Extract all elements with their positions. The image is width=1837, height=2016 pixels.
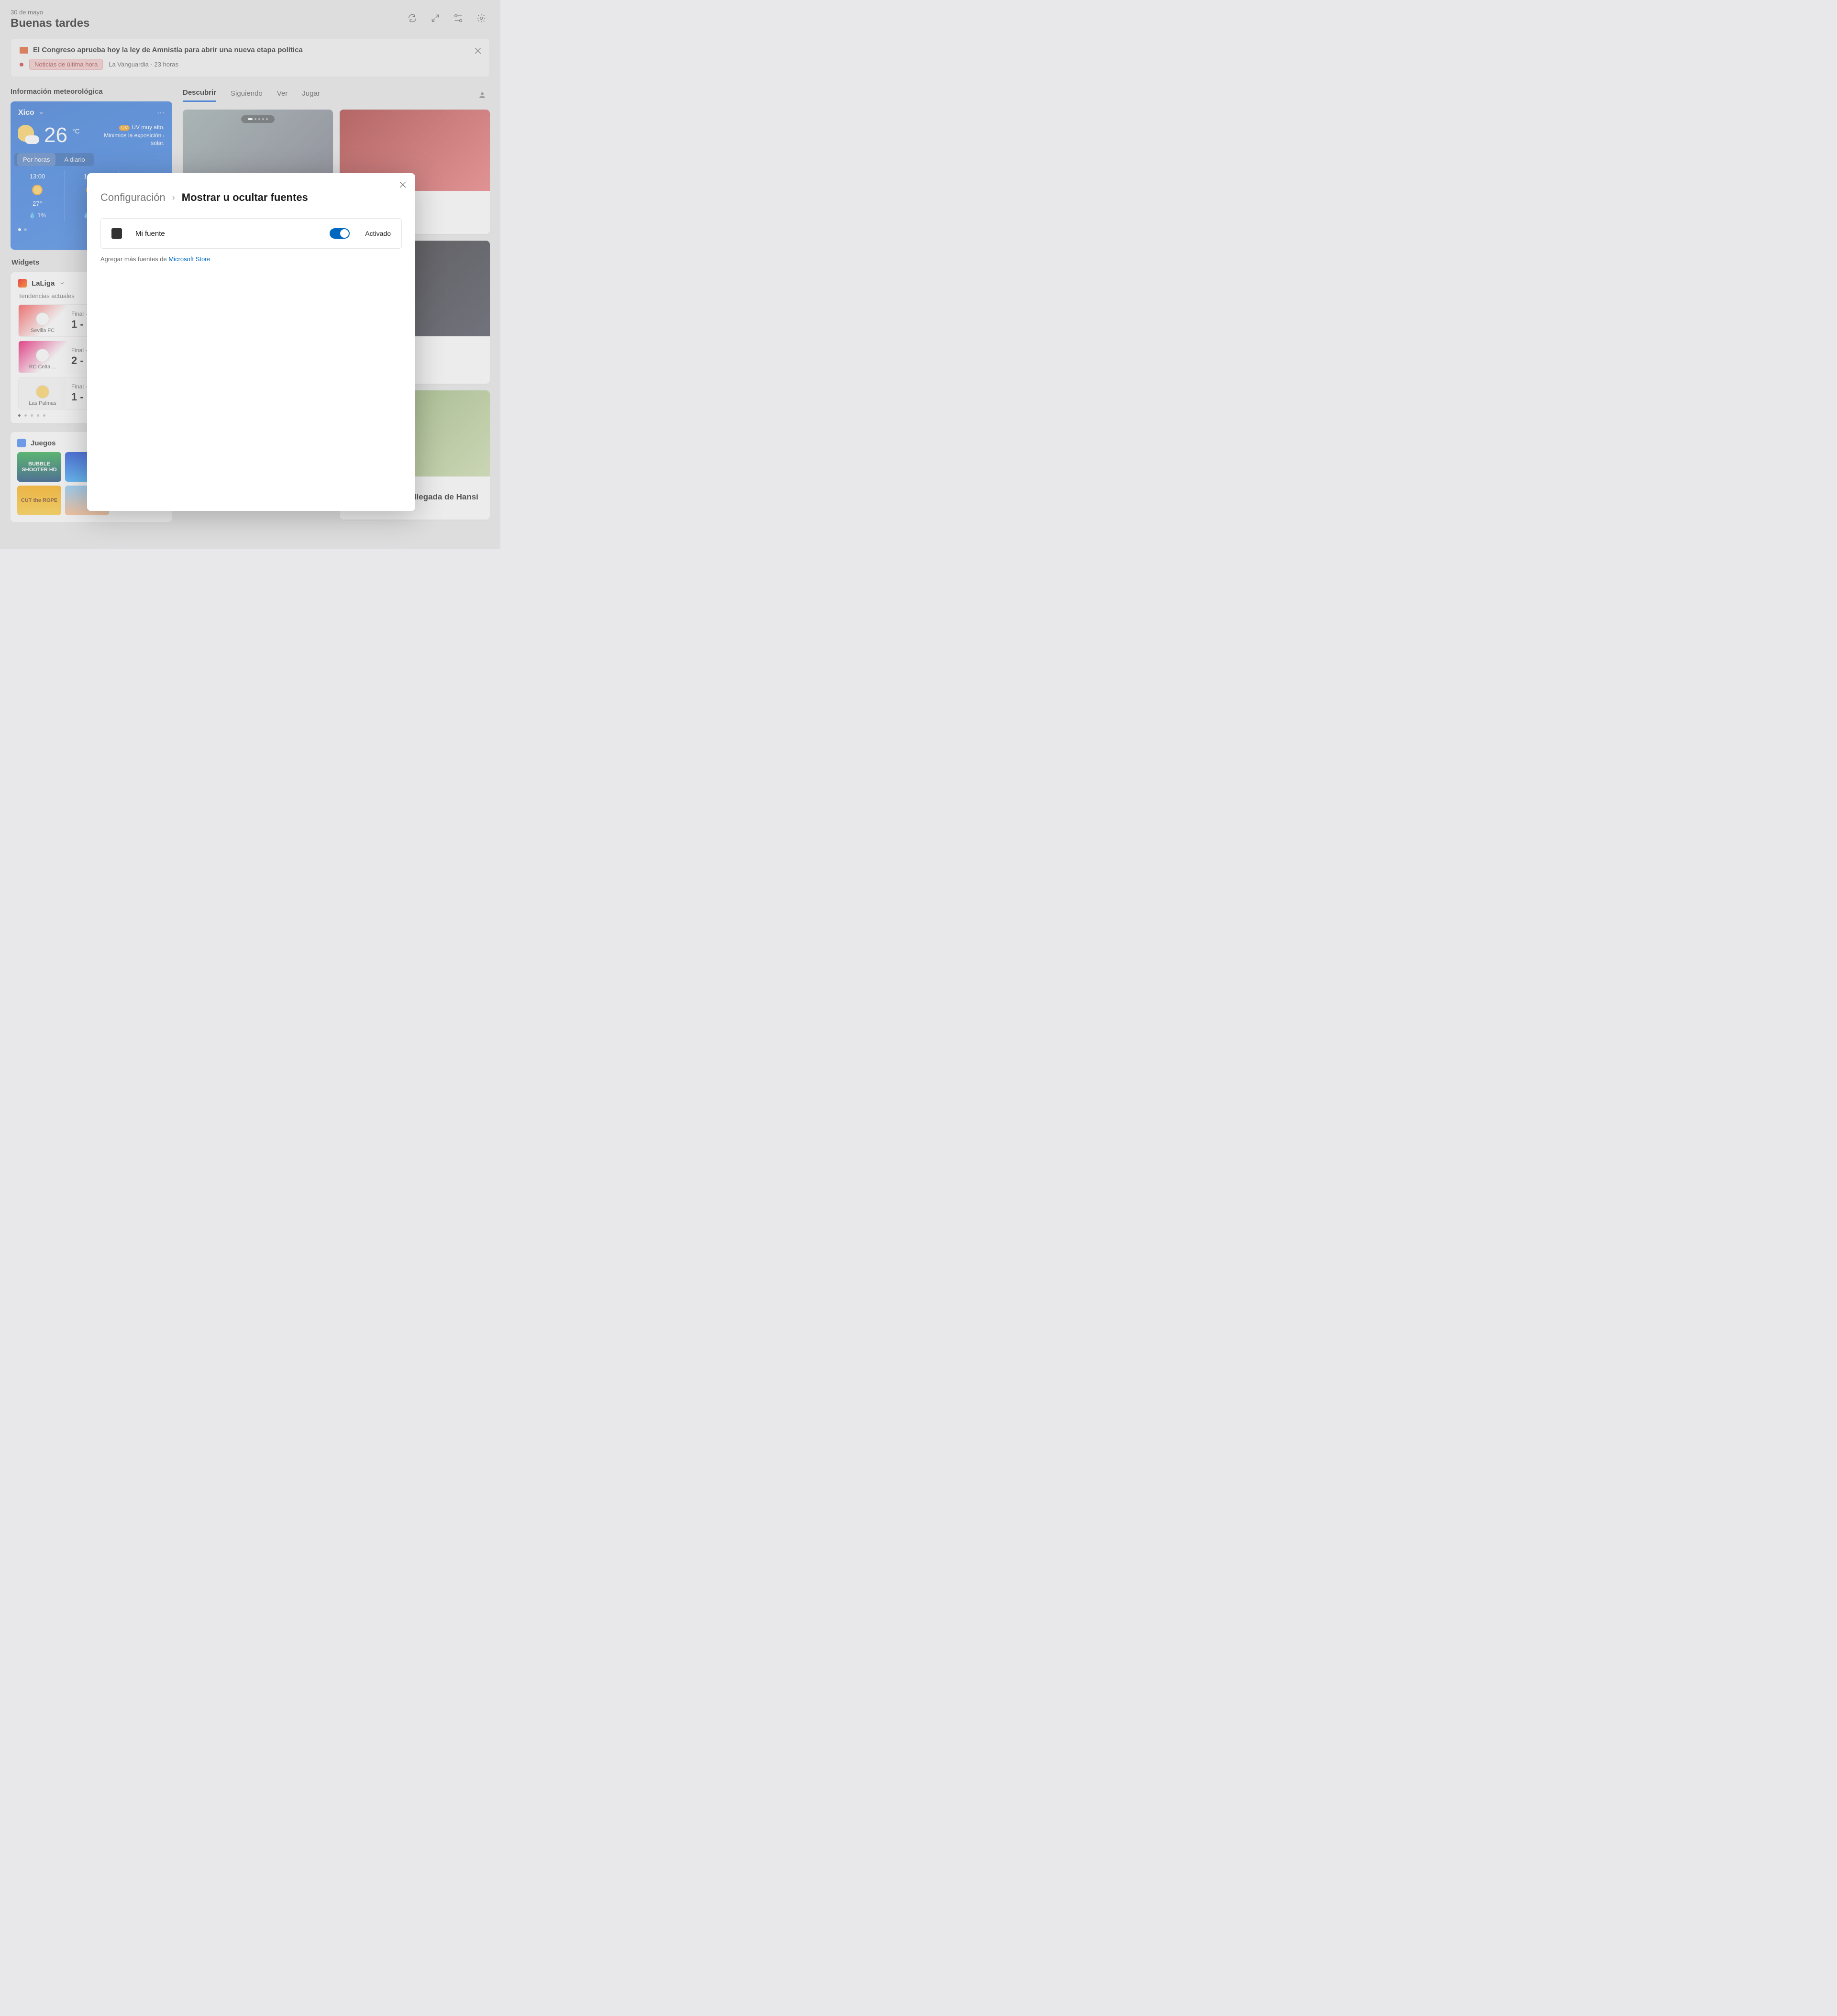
chevron-right-icon: › — [172, 193, 175, 203]
add-sources-hint: Agregar más fuentes de Microsoft Store — [100, 255, 402, 263]
feed-icon — [111, 228, 122, 239]
toggle-switch[interactable] — [330, 228, 350, 239]
source-row: Mi fuente Activado — [100, 218, 402, 249]
toggle-label: Activado — [365, 230, 391, 237]
close-icon[interactable] — [398, 180, 408, 189]
microsoft-store-link[interactable]: Microsoft Store — [168, 255, 210, 263]
settings-modal: Configuración › Mostrar u ocultar fuente… — [87, 173, 415, 511]
breadcrumb-current: Mostrar u ocultar fuentes — [182, 191, 308, 204]
source-name: Mi fuente — [135, 230, 319, 238]
breadcrumb: Configuración › Mostrar u ocultar fuente… — [100, 191, 402, 204]
breadcrumb-root[interactable]: Configuración — [100, 191, 166, 204]
add-sources-text: Agregar más fuentes de — [100, 255, 168, 263]
